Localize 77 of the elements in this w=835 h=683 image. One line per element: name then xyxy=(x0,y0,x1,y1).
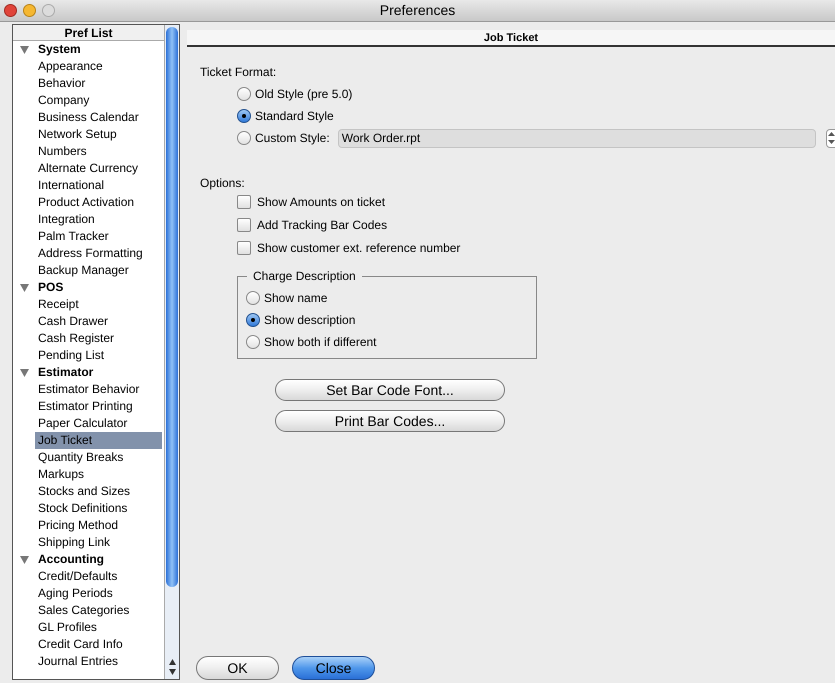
radio-label[interactable]: Custom Style: xyxy=(255,129,330,147)
group-label[interactable]: POS xyxy=(38,279,64,296)
disclosure-triangle-icon[interactable] xyxy=(20,284,29,292)
radio-button[interactable] xyxy=(246,313,260,327)
list-item[interactable]: Cash Register xyxy=(35,330,162,347)
list-item[interactable]: Address Formatting xyxy=(35,245,162,262)
dialog-button[interactable]: Close xyxy=(292,656,375,680)
checkbox[interactable] xyxy=(237,195,251,209)
minimize-icon[interactable] xyxy=(23,4,36,17)
list-item[interactable]: Paper Calculator xyxy=(35,415,162,432)
window-title: Preferences xyxy=(380,1,456,20)
radio-button[interactable] xyxy=(237,87,251,101)
radio-button[interactable] xyxy=(237,109,251,123)
radio-label[interactable]: Old Style (pre 5.0) xyxy=(255,85,352,103)
radio-label[interactable]: Standard Style xyxy=(255,107,334,125)
panel-header: Job Ticket xyxy=(187,30,835,47)
radio-button[interactable] xyxy=(246,335,260,349)
list-item[interactable]: Markups xyxy=(35,466,162,483)
disclosure-triangle-icon[interactable] xyxy=(20,46,29,54)
radio-button[interactable] xyxy=(246,291,260,305)
push-button[interactable]: Print Bar Codes... xyxy=(275,410,505,432)
list-item[interactable]: Stocks and Sizes xyxy=(35,483,162,500)
group-label[interactable]: Estimator xyxy=(38,364,94,381)
list-item[interactable]: Behavior xyxy=(35,75,162,92)
list-item[interactable]: Alternate Currency xyxy=(35,160,162,177)
list-item[interactable]: Estimator Behavior xyxy=(35,381,162,398)
disclosure-triangle-icon[interactable] xyxy=(20,368,29,376)
column-header: Pref List xyxy=(13,25,164,41)
scrollbar[interactable] xyxy=(164,25,179,679)
radio-label[interactable]: Show name xyxy=(264,289,328,307)
list-item[interactable]: Integration xyxy=(35,211,162,228)
group-label[interactable]: Accounting xyxy=(38,551,104,568)
group-title: Charge Description xyxy=(247,268,362,284)
checkbox-label[interactable]: Show Amounts on ticket xyxy=(257,193,386,211)
list-item[interactable]: Journal Entries xyxy=(35,653,162,670)
list-item[interactable]: Receipt xyxy=(35,296,162,313)
list-item[interactable]: Palm Tracker xyxy=(35,228,162,245)
list-item[interactable]: Pending List xyxy=(35,347,162,364)
list-item[interactable]: Numbers xyxy=(35,143,162,160)
list-item[interactable]: Quantity Breaks xyxy=(35,449,162,466)
radio-button[interactable] xyxy=(237,131,251,145)
list-item[interactable]: Estimator Printing xyxy=(35,398,162,415)
radio-label[interactable]: Show both if different xyxy=(264,333,377,351)
list-item[interactable]: Product Activation xyxy=(35,194,162,211)
list-item[interactable]: Business Calendar xyxy=(35,109,162,126)
group-label[interactable]: System xyxy=(38,41,81,58)
list-item[interactable]: GL Profiles xyxy=(35,619,162,636)
list-item[interactable]: Pricing Method xyxy=(35,517,162,534)
list-item[interactable]: Aging Periods xyxy=(35,585,162,602)
checkbox[interactable] xyxy=(237,241,251,255)
radio-label[interactable]: Show description xyxy=(264,311,356,329)
list-item[interactable]: Credit/Defaults xyxy=(35,568,162,585)
list-item[interactable]: Cash Drawer xyxy=(35,313,162,330)
list-item[interactable]: Appearance xyxy=(35,58,162,75)
list-item[interactable]: Job Ticket xyxy=(35,432,162,449)
checkbox-label[interactable]: Show customer ext. reference number xyxy=(257,239,460,257)
disclosure-triangle-icon[interactable] xyxy=(20,556,29,564)
close-icon[interactable] xyxy=(4,4,17,17)
list-item[interactable]: Stock Definitions xyxy=(35,500,162,517)
scroll-up-icon[interactable] xyxy=(168,659,176,665)
section-label: Ticket Format: xyxy=(200,64,278,80)
dialog-button[interactable]: OK xyxy=(196,656,279,680)
list-item[interactable]: Sales Categories xyxy=(35,602,162,619)
stepper-icon[interactable] xyxy=(826,128,835,148)
list-item[interactable]: Credit Card Info xyxy=(35,636,162,653)
checkbox-label[interactable]: Add Tracking Bar Codes xyxy=(257,216,388,234)
popup-field[interactable]: Work Order.rpt xyxy=(338,128,816,148)
list-item[interactable]: Company xyxy=(35,92,162,109)
checkbox[interactable] xyxy=(237,218,251,232)
list-item[interactable]: International xyxy=(35,177,162,194)
list-item[interactable]: Backup Manager xyxy=(35,262,162,279)
push-button[interactable]: Set Bar Code Font... xyxy=(275,379,505,401)
section-label: Options: xyxy=(200,175,246,191)
list-item[interactable]: Network Setup xyxy=(35,126,162,143)
scroll-thumb[interactable] xyxy=(166,27,178,587)
list-item[interactable]: Shipping Link xyxy=(35,534,162,551)
scroll-down-icon[interactable] xyxy=(168,669,176,675)
